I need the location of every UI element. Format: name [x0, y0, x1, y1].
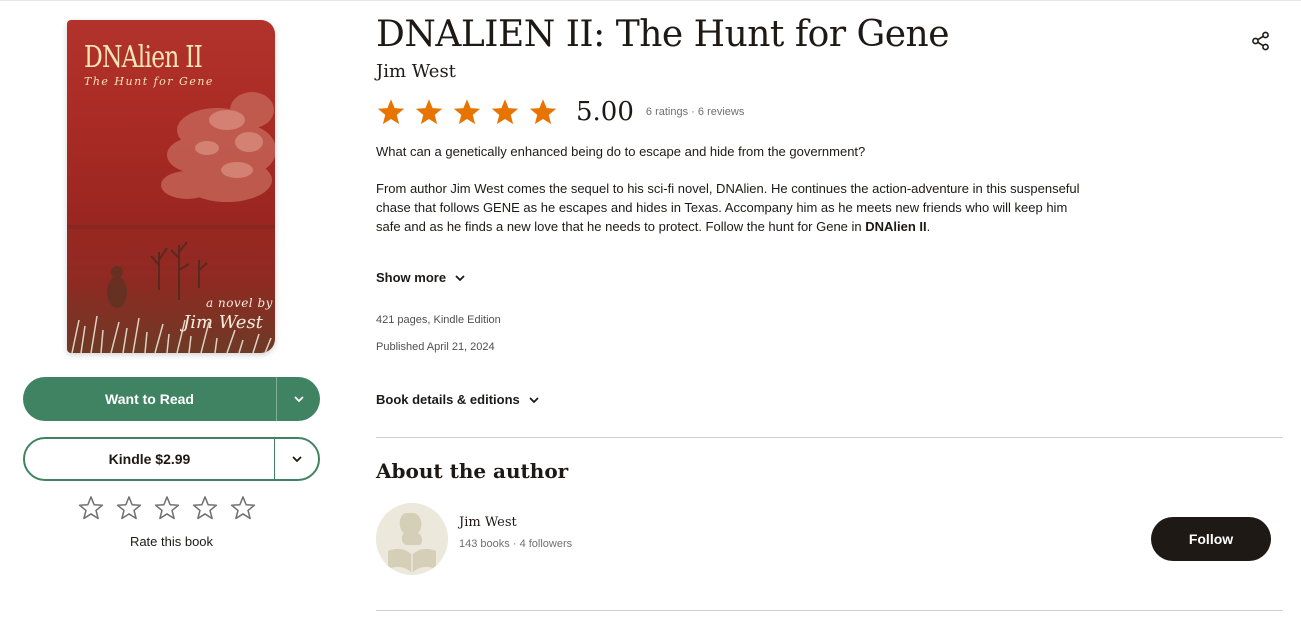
star-outline-icon[interactable]	[229, 494, 257, 522]
share-button[interactable]	[1250, 30, 1272, 52]
book-title: DNALIEN II: The Hunt for Gene	[376, 14, 950, 55]
description-lead: What can a genetically enhanced being do…	[376, 144, 866, 159]
star-outline-icon[interactable]	[77, 494, 105, 522]
star-icon	[491, 99, 519, 125]
chevron-down-icon	[294, 396, 303, 402]
about-author-heading: About the author	[376, 459, 569, 483]
want-to-read-button-group: Want to Read	[23, 377, 320, 421]
star-icon	[415, 99, 443, 125]
chevron-down-icon	[529, 397, 539, 403]
publication-date: Published April 21, 2024	[376, 341, 495, 353]
author-stats: 143 books · 4 followers	[459, 538, 572, 550]
pages-format: 421 pages, Kindle Edition	[376, 314, 501, 326]
reviews-count-link[interactable]: 6 reviews	[698, 106, 744, 118]
chevron-down-icon	[455, 275, 465, 281]
book-details-toggle[interactable]: Book details & editions	[376, 392, 540, 407]
show-more-button[interactable]: Show more	[376, 270, 466, 285]
top-divider	[0, 0, 1301, 1]
star-icon	[377, 99, 405, 125]
cover-tagline: a novel by	[206, 296, 273, 310]
cover-author: Jim West	[183, 312, 263, 333]
show-more-label: Show more	[376, 270, 447, 285]
follow-button[interactable]: Follow	[1151, 517, 1271, 561]
rate-stars	[77, 494, 257, 522]
cover-title: DNAlien II	[84, 40, 203, 75]
description-body-text: From author Jim West comes the sequel to…	[376, 181, 1080, 234]
cover-subtitle: The Hunt for Gene	[84, 75, 214, 88]
author-avatar[interactable]	[376, 503, 448, 575]
book-cover[interactable]: DNAlien II The Hunt for Gene a novel by …	[67, 20, 275, 353]
meta-separator: ·	[691, 106, 695, 118]
description-body: From author Jim West comes the sequel to…	[376, 179, 1088, 236]
chevron-down-icon	[292, 456, 301, 462]
star-outline-icon[interactable]	[153, 494, 181, 522]
star-icon	[529, 99, 557, 125]
author-followers-count: 4 followers	[519, 538, 573, 550]
author-placeholder-icon	[376, 503, 448, 575]
want-to-read-button[interactable]: Want to Read	[23, 377, 276, 421]
star-outline-icon[interactable]	[191, 494, 219, 522]
rating-meta: 6 ratings · 6 reviews	[646, 106, 744, 118]
book-details-label: Book details & editions	[376, 392, 520, 407]
rating-summary: 5.00 6 ratings · 6 reviews	[376, 95, 744, 129]
section-divider	[376, 610, 1283, 611]
book-description: What can a genetically enhanced being do…	[376, 142, 1088, 254]
average-rating-value: 5.00	[576, 97, 634, 127]
description-body-bold: DNAlien II	[865, 219, 927, 234]
rate-this-book-label: Rate this book	[129, 534, 214, 549]
about-author-name[interactable]: Jim West	[459, 515, 517, 530]
description-body-end: .	[926, 219, 931, 234]
share-icon	[1252, 31, 1269, 51]
buy-options-dropdown-button[interactable]	[275, 439, 318, 479]
star-outline-icon[interactable]	[115, 494, 143, 522]
shelf-dropdown-button[interactable]	[277, 377, 320, 421]
average-rating-stars	[376, 97, 558, 127]
section-divider	[376, 437, 1283, 438]
kindle-button-group: Kindle $2.99	[23, 437, 320, 481]
author-link[interactable]: Jim West	[376, 61, 456, 82]
author-books-count: 143 books	[459, 538, 510, 550]
ratings-count-link[interactable]: 6 ratings	[646, 106, 688, 118]
kindle-buy-button[interactable]: Kindle $2.99	[25, 439, 274, 479]
star-icon	[453, 99, 481, 125]
stats-separator: ·	[512, 538, 517, 550]
